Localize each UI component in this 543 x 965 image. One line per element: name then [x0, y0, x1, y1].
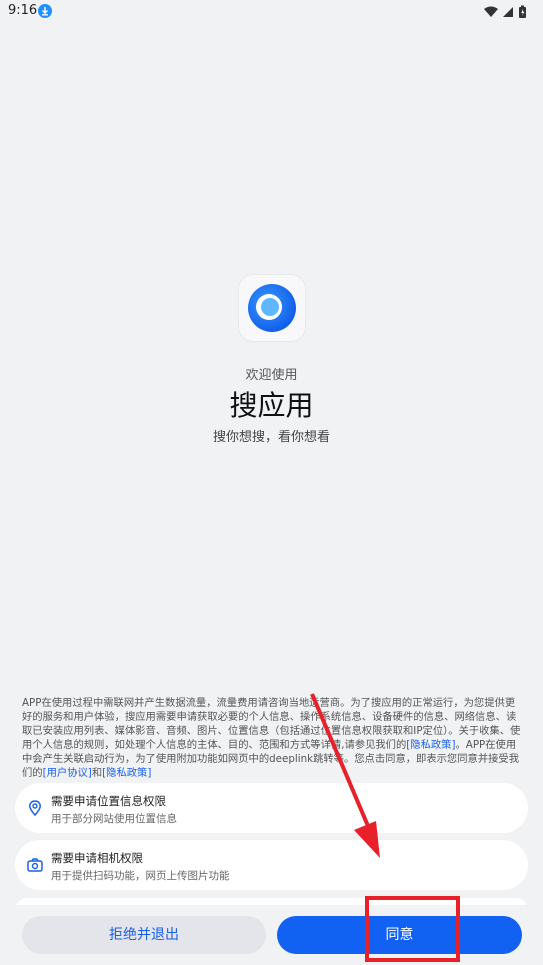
status-time: 9:16 [8, 3, 38, 18]
privacy-policy-link-2[interactable]: [隐私政策] [102, 767, 151, 779]
wifi-icon [484, 6, 498, 17]
welcome-text: 欢迎使用 [245, 368, 298, 383]
agree-button[interactable]: 同意 [277, 916, 522, 954]
location-icon [26, 799, 44, 817]
download-icon [38, 4, 52, 18]
reject-and-exit-button[interactable]: 拒绝并退出 [22, 916, 266, 954]
notice-and: 和 [91, 766, 103, 779]
permission-desc: 用于提供扫码功能，网页上传图片功能 [51, 870, 230, 882]
camera-icon [26, 856, 44, 874]
user-agreement-link[interactable]: [用户协议] [43, 767, 92, 779]
privacy-policy-link[interactable]: [隐私政策] [406, 739, 455, 751]
permission-card-camera: 需要申请相机权限 用于提供扫码功能，网页上传图片功能 [15, 840, 528, 890]
signal-icon [503, 7, 513, 17]
permission-desc: 用于部分网站使用位置信息 [51, 813, 177, 825]
permission-title: 需要申请位置信息权限 [51, 794, 166, 808]
battery-icon [519, 5, 526, 18]
app-logo [239, 275, 305, 341]
status-bar: 9:16 [0, 0, 543, 24]
system-icons [483, 4, 533, 18]
app-logo-icon [248, 284, 296, 332]
permission-card-location: 需要申请位置信息权限 用于部分网站使用位置信息 [15, 783, 528, 833]
app-title: 搜应用 [229, 389, 314, 422]
app-slogan: 搜你想搜，看你想看 [212, 430, 330, 445]
permission-title: 需要申请相机权限 [51, 851, 143, 865]
privacy-notice: APP在使用过程中需联网并产生数据流量，流量费用请咨询当地运营商。为了搜应用的正… [22, 697, 524, 780]
